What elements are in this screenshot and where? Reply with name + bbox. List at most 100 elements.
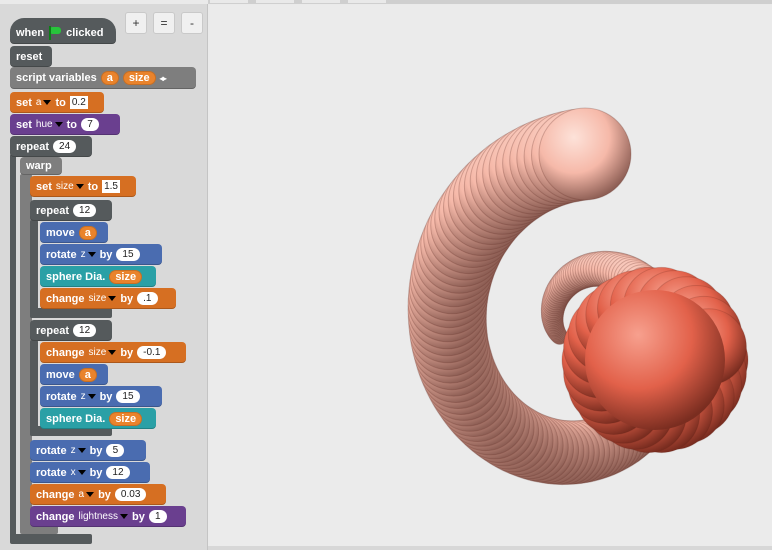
hat-prefix: when: [16, 27, 45, 39]
script-var-a[interactable]: a: [100, 71, 119, 85]
rotate-label: rotate: [36, 444, 67, 457]
set-size-block[interactable]: set size to 1.5: [30, 176, 136, 197]
by-label: by: [89, 444, 103, 457]
value-slot[interactable]: 1.5: [102, 180, 120, 193]
axis-dropdown[interactable]: z: [81, 249, 96, 260]
value-slot[interactable]: 7: [80, 118, 99, 131]
chevron-down-icon: [86, 492, 95, 497]
axis-dropdown[interactable]: x: [71, 467, 86, 478]
value-slot[interactable]: 15: [116, 390, 140, 403]
repeat2-arm: [30, 340, 38, 436]
chevron-down-icon: [75, 184, 84, 189]
by-label: by: [99, 390, 113, 403]
stage-bottom-border: [208, 546, 772, 550]
change-label: change: [36, 488, 75, 501]
repeat-block-1[interactable]: repeat 12: [30, 200, 112, 221]
variadic-arrows-icon[interactable]: ◂▸: [160, 74, 167, 83]
script-variables-label: script variables: [16, 72, 97, 84]
rotate-block-3[interactable]: rotate z by 5: [30, 440, 146, 461]
chevron-down-icon: [43, 100, 52, 105]
value-slot[interactable]: 15: [116, 248, 140, 261]
prop-dropdown[interactable]: lightness: [79, 511, 128, 522]
tab-stub: [348, 0, 386, 3]
chevron-down-icon: [77, 448, 86, 453]
zoom-out-button[interactable]: -: [181, 12, 203, 34]
axis-dropdown[interactable]: z: [81, 391, 96, 402]
to-label: to: [66, 118, 77, 131]
repeat-count[interactable]: 24: [53, 140, 77, 153]
value-slot[interactable]: 0.2: [69, 96, 88, 109]
value-slot[interactable]: 5: [106, 444, 125, 457]
var-reporter[interactable]: size: [109, 269, 143, 284]
prop-dropdown[interactable]: hue: [36, 119, 63, 130]
chevron-down-icon: [77, 470, 86, 475]
change-label: change: [46, 292, 85, 305]
warp-block[interactable]: warp: [20, 157, 62, 175]
chevron-down-icon: [119, 514, 128, 519]
var-dropdown[interactable]: size: [89, 293, 117, 304]
var-dropdown[interactable]: size: [56, 181, 84, 192]
rotate-label: rotate: [46, 390, 77, 403]
script-var-size[interactable]: size: [122, 71, 156, 85]
var-name: a: [78, 489, 85, 500]
by-label: by: [89, 466, 103, 479]
by-label: by: [120, 346, 134, 359]
by-label: by: [120, 292, 134, 305]
repeat-block-2[interactable]: repeat 12: [30, 320, 112, 341]
value-slot[interactable]: -0.1: [137, 346, 167, 359]
chevron-down-icon: [54, 122, 63, 127]
var-dropdown[interactable]: size: [89, 347, 117, 358]
value-slot[interactable]: 0.03: [114, 488, 147, 501]
set-a-block[interactable]: set a to 0.2: [10, 92, 104, 113]
set-label: set: [36, 180, 52, 193]
var-name: a: [35, 97, 42, 108]
value-slot[interactable]: 12: [106, 466, 130, 479]
to-label: to: [87, 180, 99, 193]
rotate-block-1[interactable]: rotate z by 15: [40, 244, 162, 265]
reset-block[interactable]: reset: [10, 46, 52, 67]
sphere-block-1[interactable]: sphere Dia. size: [40, 266, 156, 287]
repeat-label: repeat: [36, 324, 70, 337]
script-variables-block[interactable]: script variables a size ◂▸: [10, 67, 196, 89]
when-flag-clicked-block[interactable]: when clicked: [10, 18, 116, 44]
set-hue-block[interactable]: set hue to 7: [10, 114, 120, 135]
repeat-label: repeat: [16, 140, 50, 153]
move-block-2[interactable]: move a: [40, 364, 108, 385]
var-dropdown[interactable]: a: [36, 97, 52, 108]
scripts-area[interactable]: + = - when clicked reset script variable…: [0, 4, 208, 550]
shell-sphere: [538, 107, 632, 201]
value-slot[interactable]: .1: [137, 292, 158, 305]
value-slot[interactable]: 1: [148, 510, 167, 523]
rotate-block-4[interactable]: rotate x by 12: [30, 462, 150, 483]
change-lightness-block[interactable]: change lightness by 1: [30, 506, 186, 527]
var-dropdown[interactable]: a: [79, 489, 95, 500]
axis-dropdown[interactable]: z: [71, 445, 86, 456]
top-bar: [208, 0, 772, 4]
tab-stub: [210, 0, 248, 3]
change-size-block-1[interactable]: change size by .1: [40, 288, 176, 309]
sphere-block-2[interactable]: sphere Dia. size: [40, 408, 156, 429]
rotate-block-2[interactable]: rotate z by 15: [40, 386, 162, 407]
var-reporter[interactable]: size: [109, 411, 143, 426]
prop-name: hue: [35, 119, 53, 130]
axis-name: x: [70, 467, 76, 478]
var-reporter[interactable]: a: [78, 367, 97, 382]
sphere-label: sphere Dia.: [46, 412, 106, 425]
change-a-block[interactable]: change a by 0.03: [30, 484, 166, 505]
repeat1-arm: [30, 220, 38, 318]
zoom-reset-button[interactable]: =: [153, 12, 175, 34]
move-label: move: [46, 368, 75, 381]
zoom-in-button[interactable]: +: [125, 12, 147, 34]
green-flag-icon: [48, 26, 62, 40]
axis-name: z: [80, 391, 86, 402]
repeat-count[interactable]: 12: [73, 324, 97, 337]
axis-name: z: [80, 249, 86, 260]
stage[interactable]: [210, 5, 772, 546]
repeat-count[interactable]: 12: [73, 204, 97, 217]
var-name: size: [88, 293, 107, 304]
var-reporter[interactable]: a: [78, 225, 97, 240]
change-size-block-2[interactable]: change size by -0.1: [40, 342, 186, 363]
repeat-outer-block[interactable]: repeat 24: [10, 136, 92, 157]
axis-name: z: [70, 445, 76, 456]
move-block-1[interactable]: move a: [40, 222, 108, 243]
